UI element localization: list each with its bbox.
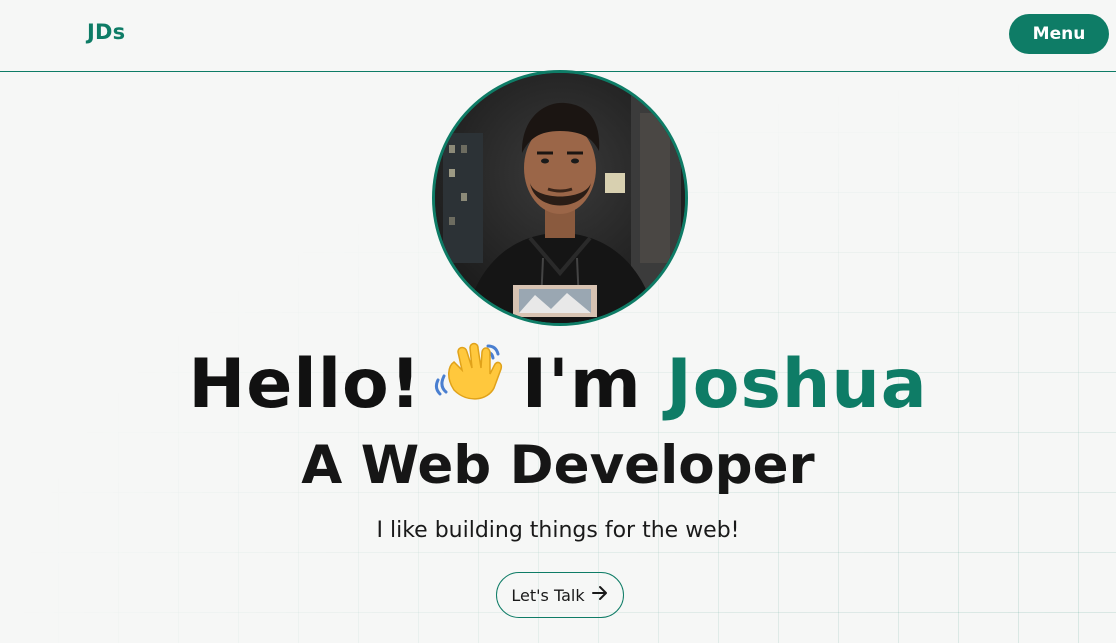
site-header: JDs Menu <box>0 0 1116 72</box>
tagline-text: I like building things for the web! <box>376 518 740 543</box>
waving-hand-icon <box>432 337 508 427</box>
lets-talk-label: Let's Talk <box>511 585 585 605</box>
lets-talk-button[interactable]: Let's Talk <box>496 572 624 618</box>
profile-photo <box>435 73 685 323</box>
arrow-right-icon <box>591 585 609 605</box>
greeting-text: Hello! <box>188 345 422 424</box>
site-logo[interactable]: JDs <box>87 20 125 44</box>
profile-avatar <box>432 70 688 326</box>
role-heading: A Web Developer <box>301 435 815 496</box>
name-text: Joshua <box>666 345 928 424</box>
menu-button[interactable]: Menu <box>1009 14 1109 54</box>
hero-heading: Hello! I'm Joshua <box>0 340 1116 433</box>
intro-text: I'm <box>521 345 642 424</box>
